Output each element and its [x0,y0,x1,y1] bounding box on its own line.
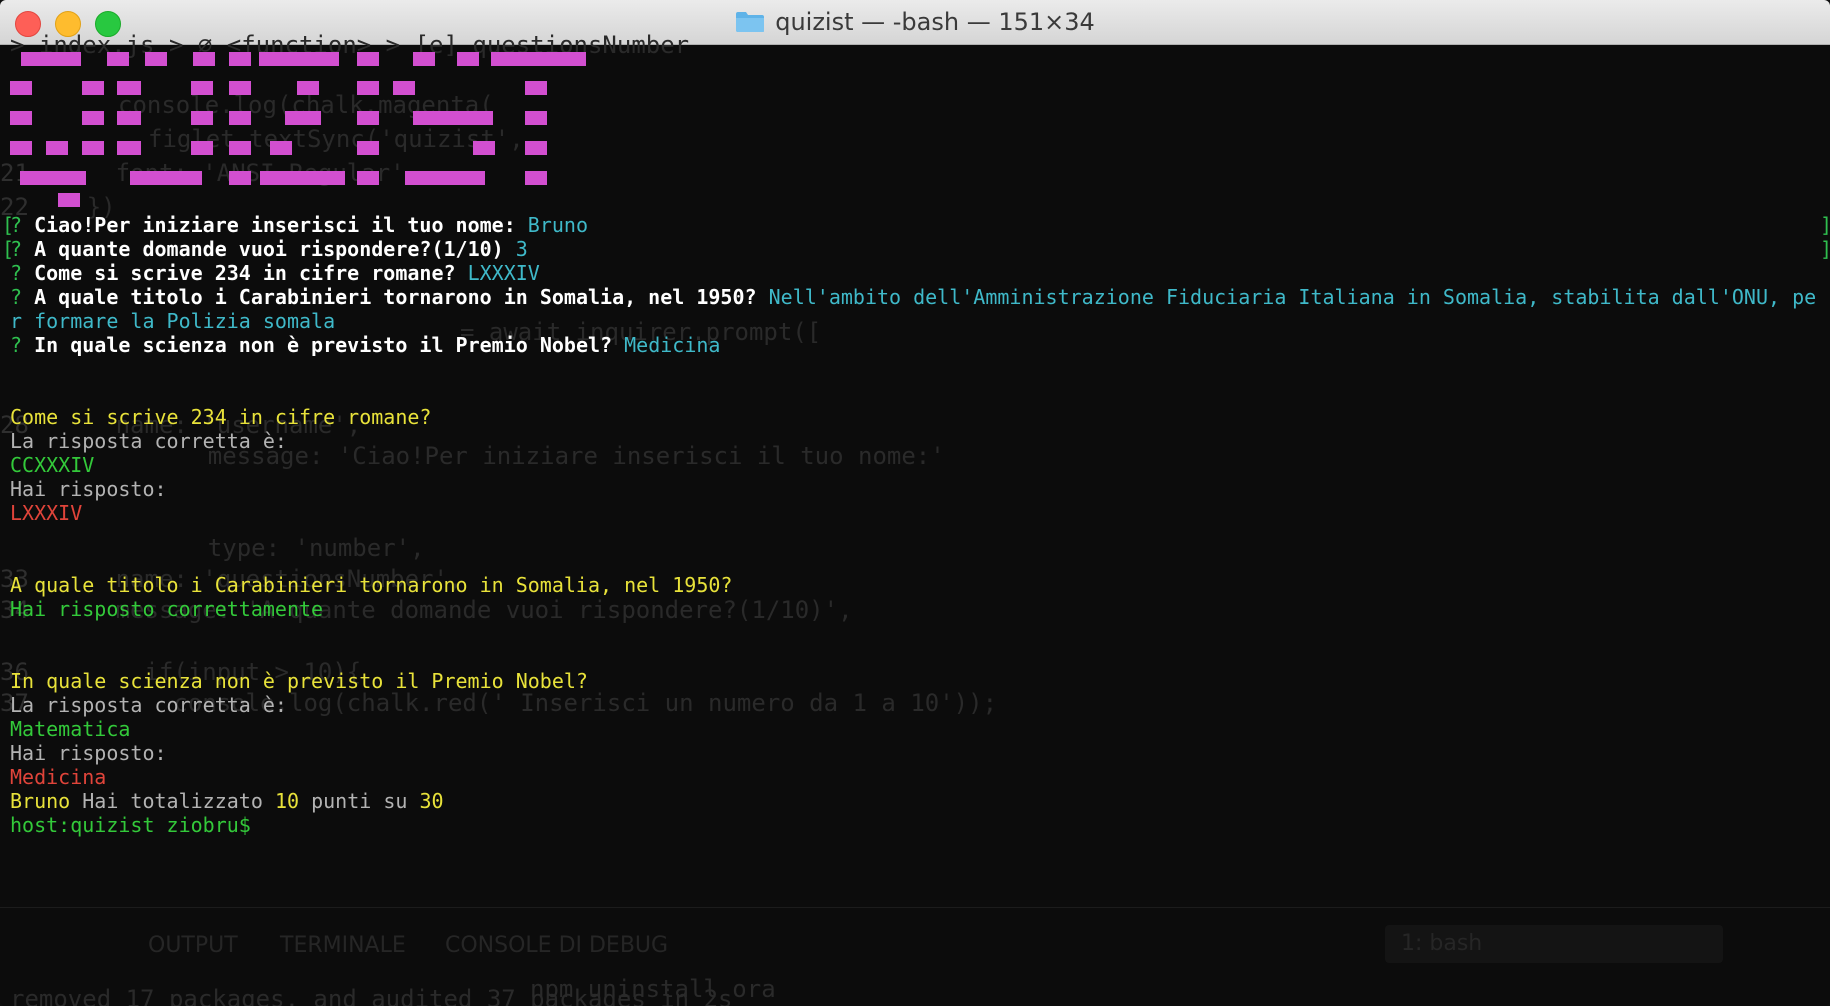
score-value: 10 [274,789,300,813]
logo-block [58,193,80,207]
shell-prompt[interactable]: host:quizist ziobru$ [10,811,251,839]
logo-block [405,171,485,185]
logo-block [525,141,547,155]
logo-block [191,81,213,95]
quizist-ascii-logo [10,52,586,207]
logo-block [229,52,251,66]
logo-block [357,141,379,155]
logo-block [10,81,32,95]
logo-block [260,171,345,185]
ghost-panel-output: removed 17 packages, and audited 37 pack… [10,985,733,1006]
logo-block [46,141,68,155]
logo-block [82,111,104,125]
window-title-text: quizist — -bash — 151×34 [775,8,1095,36]
logo-block [491,52,586,66]
ghost-tab-terminal: TERMINALE [280,933,406,958]
logo-block [191,111,213,125]
logo-block [229,171,251,185]
logo-block [193,52,215,66]
logo-block [285,111,321,125]
logo-block [473,141,495,155]
score-total: 30 [419,789,444,813]
logo-block [82,141,104,155]
logo-block [10,111,32,125]
ghost-tab-output: OUTPUT [148,933,238,958]
logo-block [270,141,292,155]
logo-block [297,81,319,95]
logo-block [393,81,415,95]
logo-block [229,81,251,95]
player-name: Bruno [10,789,71,813]
ghost-terminal-select: 1: bash [1385,925,1723,963]
logo-block [525,111,547,125]
logo-block [145,52,167,66]
logo-block [357,111,379,125]
logo-block [117,81,141,95]
ghost-panel-divider [0,907,1830,908]
logo-block [117,141,141,155]
logo-block [413,111,493,125]
logo-block [525,171,547,185]
logo-block [229,141,251,155]
logo-block [525,81,547,95]
logo-block [229,111,251,125]
logo-block [20,171,86,185]
folder-icon [735,11,765,33]
ghost-tab-debug-console: CONSOLE DI DEBUG [445,933,669,958]
logo-block [10,141,32,155]
line-bracket: ] [1820,235,1830,263]
given-answer: LXXXIV [10,501,83,525]
logo-block [191,141,213,155]
terminal-window: quizist — -bash — 151×34 > index.js > ⌀ … [0,0,1830,1006]
logo-block [357,81,379,95]
ghost-code-line: type: 'number', [150,534,425,562]
terminal-content[interactable]: > index.js > ⌀ <function> > [e] question… [0,31,1830,1006]
logo-block [21,52,81,66]
prompt-line: ? In quale scienza non è previsto il Pre… [10,333,721,357]
logo-block [117,111,141,125]
logo-block [130,171,202,185]
logo-block [82,81,104,95]
logo-block [357,52,379,66]
logo-block [413,52,435,66]
logo-block [259,52,339,66]
logo-block [107,52,129,66]
logo-block [357,171,379,185]
logo-block [457,52,479,66]
correct-message: Hai risposto correttamente [10,597,324,621]
